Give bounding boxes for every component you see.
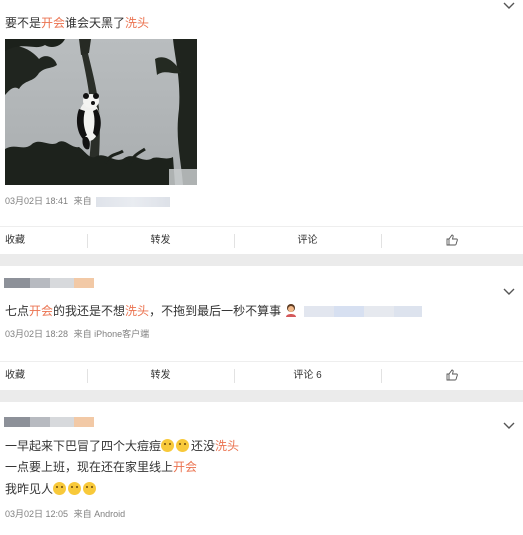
post-card-1: 要不是开会谁会天黑了洗头 03月02日 18:41 来自 收藏 转发 评论 xyxy=(0,0,523,254)
post-date: 03月02日 18:28 xyxy=(5,329,69,339)
thinking-face-emoji xyxy=(161,439,175,452)
post-date: 03月02日 18:41 xyxy=(5,196,69,206)
post-date: 03月02日 12:05 xyxy=(5,509,69,519)
post-card-3: 一早起来下巴冒了四个大痘痘 还没洗头 一点要上班，现在还在家里线上开会 我昨见人 … xyxy=(0,402,523,535)
keyword-link[interactable]: 开会 xyxy=(29,304,53,318)
redacted-source xyxy=(96,196,171,207)
post-text-line-2: 一点要上班，现在还在家里线上开会 xyxy=(5,460,198,474)
thinking-face-emoji xyxy=(68,482,82,495)
redacted-link xyxy=(303,306,422,318)
keyword-link[interactable]: 洗头 xyxy=(125,16,149,30)
keyword-link[interactable]: 洗头 xyxy=(215,439,239,453)
redacted-username xyxy=(4,278,94,288)
keyword-link[interactable]: 洗头 xyxy=(125,304,149,318)
forward-button[interactable]: 转发 xyxy=(87,362,234,390)
post-text-line-3: 我昨见人 xyxy=(5,481,98,498)
like-button[interactable] xyxy=(381,362,523,390)
post-source[interactable]: Android xyxy=(94,509,125,519)
comment-button[interactable]: 评论 xyxy=(234,227,381,255)
like-button[interactable] xyxy=(381,227,523,255)
redacted-username xyxy=(4,417,94,427)
thinking-face-emoji xyxy=(176,439,190,452)
post-meta: 03月02日 18:41 来自 xyxy=(5,194,171,207)
post-text: 七点开会的我还是不想洗头，不拖到最后一秒不算事 xyxy=(5,303,422,320)
post-meta: 03月02日 12:05 来自 Android xyxy=(5,509,126,519)
action-bar: 收藏 转发 评论 6 xyxy=(0,361,523,389)
action-bar: 收藏 转发 评论 xyxy=(0,226,523,254)
person-emoji-icon xyxy=(286,304,297,317)
collect-button[interactable]: 收藏 xyxy=(0,227,87,255)
chevron-down-icon[interactable] xyxy=(503,288,515,296)
keyword-link[interactable]: 开会 xyxy=(173,460,197,474)
post-source[interactable]: iPhone客户端 xyxy=(94,329,149,339)
chevron-down-icon[interactable] xyxy=(503,2,515,10)
keyword-link[interactable]: 开会 xyxy=(41,16,65,30)
chevron-down-icon[interactable] xyxy=(503,422,515,430)
comment-button[interactable]: 评论 6 xyxy=(234,362,381,390)
thinking-face-emoji xyxy=(53,482,67,495)
post-text: 要不是开会谁会天黑了洗头 xyxy=(5,16,150,30)
post-meta: 03月02日 18:28 来自 iPhone客户端 xyxy=(5,329,150,339)
post-card-2: 七点开会的我还是不想洗头，不拖到最后一秒不算事 03月02日 18:28 来自 … xyxy=(0,266,523,390)
post-photo[interactable] xyxy=(5,39,197,185)
thinking-face-emoji xyxy=(83,482,97,495)
collect-button[interactable]: 收藏 xyxy=(0,362,87,390)
forward-button[interactable]: 转发 xyxy=(87,227,234,255)
thumbs-up-icon xyxy=(446,234,458,246)
thumbs-up-icon xyxy=(446,369,458,381)
post-text-line-1: 一早起来下巴冒了四个大痘痘 还没洗头 xyxy=(5,439,240,453)
